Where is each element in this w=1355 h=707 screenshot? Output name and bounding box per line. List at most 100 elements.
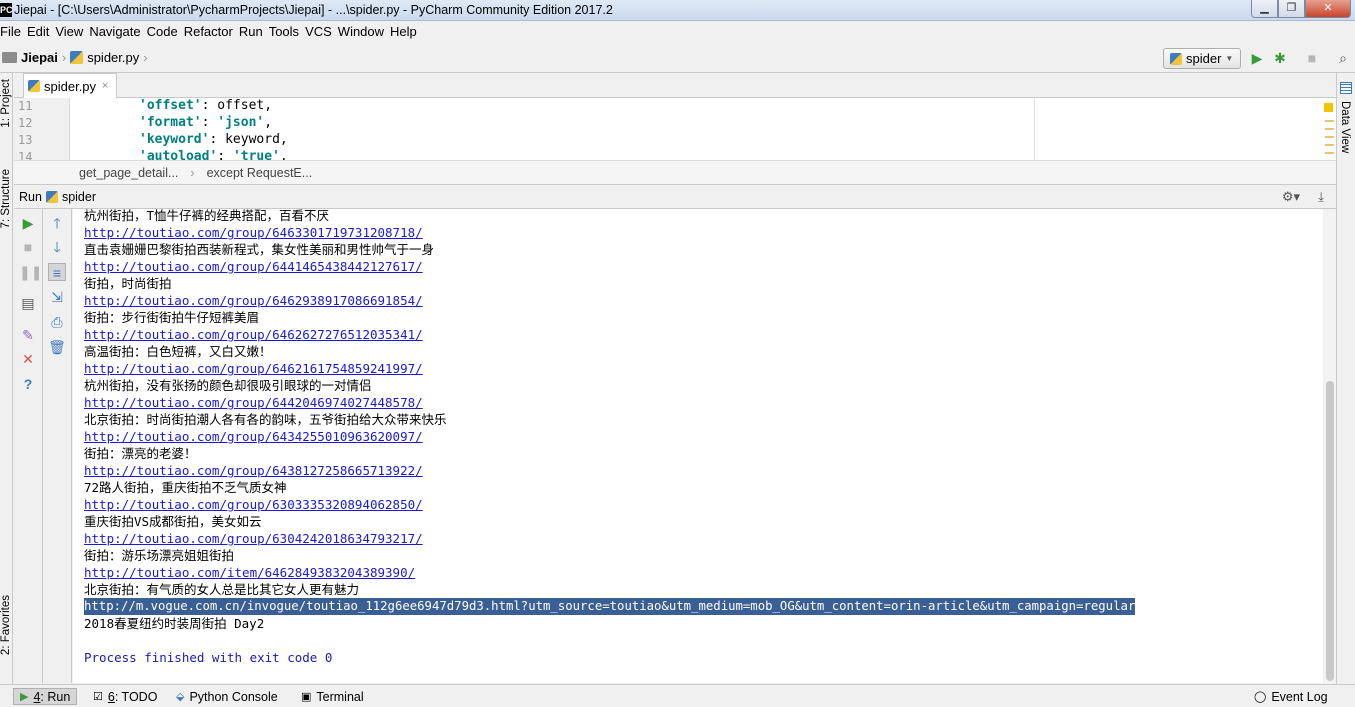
code-editor[interactable]: 11 12 13 14 'offset': offset, 'format': … bbox=[14, 98, 1336, 160]
search-icon[interactable]: ⌕ bbox=[1334, 49, 1352, 67]
breadcrumb-file[interactable]: spider.py bbox=[87, 50, 139, 65]
menu-code[interactable]: Code bbox=[144, 24, 181, 39]
line-number: 12 bbox=[18, 116, 33, 130]
maximize-button[interactable]: ❐ bbox=[1278, 0, 1305, 18]
tab-python-console[interactable]: ⬙ Python Console bbox=[176, 688, 278, 705]
close-run-icon[interactable]: ✕ bbox=[19, 350, 37, 368]
warning-marker-icon[interactable] bbox=[1324, 103, 1333, 112]
stop-icon[interactable]: ■ bbox=[19, 238, 37, 256]
console-line: 72路人街拍，重庆街拍不乏气质女神 bbox=[84, 480, 287, 495]
code-line: 'format': 'json', bbox=[139, 115, 272, 130]
tab-spider-py[interactable]: spider.py × bbox=[23, 73, 118, 98]
layout-icon[interactable]: ▤ bbox=[19, 294, 37, 312]
console-line: 北京街拍：时尚街拍潮人各有各的韵味，五爷街拍给大众带来快乐 bbox=[84, 412, 447, 427]
tab-event-log-label: Event Log bbox=[1271, 689, 1328, 704]
pin-tab-icon[interactable]: ✎ bbox=[19, 326, 37, 344]
debug-icon[interactable]: ✱ bbox=[1271, 49, 1289, 67]
soft-wrap-icon[interactable]: ≡ bbox=[48, 263, 66, 281]
tab-terminal[interactable]: ▣ Terminal bbox=[301, 688, 364, 705]
menu-run[interactable]: Run bbox=[236, 24, 266, 39]
console-link[interactable]: http://toutiao.com/item/6462849383204389… bbox=[84, 564, 415, 581]
console-link[interactable]: http://toutiao.com/group/630333532089406… bbox=[84, 496, 423, 513]
error-stripe-mark[interactable] bbox=[1325, 136, 1334, 138]
menu-refactor[interactable]: Refactor bbox=[181, 24, 236, 39]
console-link[interactable]: http://toutiao.com/group/630424201863479… bbox=[84, 530, 423, 547]
run-panel-header: Run spider ⚙▾ ⤓ bbox=[14, 186, 1336, 209]
tab-structure[interactable]: 7: Structure bbox=[0, 169, 12, 228]
tab-python-console-label: Python Console bbox=[189, 689, 278, 704]
error-stripe-mark[interactable] bbox=[1325, 144, 1334, 146]
console-link[interactable]: http://toutiao.com/group/646216175485924… bbox=[84, 360, 423, 377]
error-stripe-mark[interactable] bbox=[1325, 120, 1334, 122]
chevron-right-icon: › bbox=[190, 165, 195, 180]
minimize-button[interactable]: ▁ bbox=[1251, 0, 1278, 18]
run-config-tab[interactable]: spider bbox=[62, 190, 96, 204]
code-text: , bbox=[279, 149, 288, 160]
terminal-icon: ▣ bbox=[301, 691, 312, 703]
console-link[interactable]: http://toutiao.com/group/643425501096362… bbox=[84, 428, 423, 445]
stop-icon[interactable]: ■ bbox=[1303, 49, 1321, 67]
gear-icon[interactable]: ⚙▾ bbox=[1282, 189, 1300, 205]
console-line: 北京街拍：有气质的女人总是比其它女人更有魅力 bbox=[84, 582, 360, 597]
arrow-down-icon[interactable]: 🡓 bbox=[48, 238, 66, 256]
error-stripe-mark[interactable] bbox=[1325, 152, 1334, 154]
tab-favorites[interactable]: 2: Favorites bbox=[0, 595, 12, 655]
string-literal: 'true' bbox=[232, 149, 280, 160]
pycharm-app-icon: PC bbox=[0, 3, 13, 17]
console-line: 杭州街拍，T恤牛仔裤的经典搭配，百看不厌 bbox=[84, 209, 330, 223]
print-icon[interactable]: ⎙ bbox=[48, 313, 66, 331]
breadcrumb-project[interactable]: Jiepai bbox=[21, 50, 58, 65]
scroll-to-end-icon[interactable]: ⇲ bbox=[48, 288, 66, 306]
console-link[interactable]: http://toutiao.com/group/644204697402744… bbox=[84, 394, 423, 411]
tab-todo[interactable]: ☑ 6: TODO bbox=[93, 688, 157, 705]
console-link[interactable]: http://toutiao.com/group/646330171973120… bbox=[84, 224, 423, 241]
scrollbar-thumb[interactable] bbox=[1326, 381, 1334, 681]
hide-panel-icon[interactable]: ⤓ bbox=[1318, 189, 1324, 205]
pause-icon[interactable]: ❚❚ bbox=[19, 263, 42, 281]
console-link[interactable]: http://toutiao.com/group/646262727651203… bbox=[84, 326, 423, 343]
string-literal: 'autoload' bbox=[139, 149, 218, 160]
menu-view[interactable]: View bbox=[52, 24, 86, 39]
tab-event-log[interactable]: ◯ Event Log bbox=[1254, 688, 1328, 705]
console-line: 街拍：步行街街拍牛仔短裤美眉 bbox=[84, 310, 260, 325]
menu-edit[interactable]: Edit bbox=[24, 24, 52, 39]
close-tab-icon[interactable]: × bbox=[102, 80, 108, 92]
tab-project[interactable]: 1: Project bbox=[0, 79, 12, 128]
error-stripe-mark[interactable] bbox=[1325, 128, 1334, 130]
run-icon[interactable]: ▶ bbox=[1248, 49, 1266, 67]
run-configuration-select[interactable]: spider ▼ bbox=[1163, 48, 1241, 69]
breadcrumb-except[interactable]: except RequestE... bbox=[207, 166, 313, 180]
arrow-up-icon[interactable]: 🡑 bbox=[48, 214, 66, 232]
console-link[interactable]: http://toutiao.com/group/644146543844212… bbox=[84, 258, 423, 275]
run-console[interactable]: 杭州街拍，T恤牛仔裤的经典搭配，百看不厌 http://toutiao.com/… bbox=[73, 209, 1323, 683]
menu-bar: File Edit View Navigate Code Refactor Ru… bbox=[0, 21, 1355, 42]
code-text: , bbox=[264, 115, 273, 130]
code-line: 'autoload': 'true', bbox=[139, 149, 288, 160]
string-literal: 'keyword' bbox=[139, 132, 210, 147]
console-link[interactable]: http://toutiao.com/group/646293891708669… bbox=[84, 292, 423, 309]
python-file-icon bbox=[70, 51, 84, 64]
console-scrollbar[interactable] bbox=[1324, 209, 1336, 683]
menu-navigate[interactable]: Navigate bbox=[86, 24, 143, 39]
editor-breadcrumbs: get_page_detail... › except RequestE... bbox=[14, 160, 1336, 185]
menu-vcs[interactable]: VCS bbox=[302, 24, 335, 39]
tab-run[interactable]: ▶ 4: Run bbox=[13, 688, 78, 705]
menu-tools[interactable]: Tools bbox=[266, 24, 302, 39]
menu-file[interactable]: File bbox=[0, 24, 24, 39]
rerun-icon[interactable]: ▶ bbox=[19, 214, 37, 232]
tab-data-view[interactable]: Data View bbox=[1339, 101, 1351, 153]
breadcrumb-function[interactable]: get_page_detail... bbox=[79, 166, 178, 180]
string-literal: 'json' bbox=[217, 115, 265, 130]
python-file-icon bbox=[45, 191, 58, 203]
menu-window[interactable]: Window bbox=[335, 24, 387, 39]
menu-help[interactable]: Help bbox=[387, 24, 420, 39]
selected-console-link[interactable]: http://m.vogue.com.cn/invogue/toutiao_11… bbox=[84, 598, 1136, 615]
todo-icon: ☑ bbox=[93, 691, 103, 703]
string-literal: 'offset' bbox=[139, 98, 202, 113]
close-button[interactable]: ✕ bbox=[1305, 0, 1351, 18]
folder-icon bbox=[2, 52, 17, 63]
help-icon[interactable]: ? bbox=[19, 375, 37, 393]
tab-run-label: : Run bbox=[40, 689, 71, 704]
console-link[interactable]: http://toutiao.com/group/643812725866571… bbox=[84, 462, 423, 479]
trash-icon[interactable]: 🗑 bbox=[48, 338, 66, 356]
